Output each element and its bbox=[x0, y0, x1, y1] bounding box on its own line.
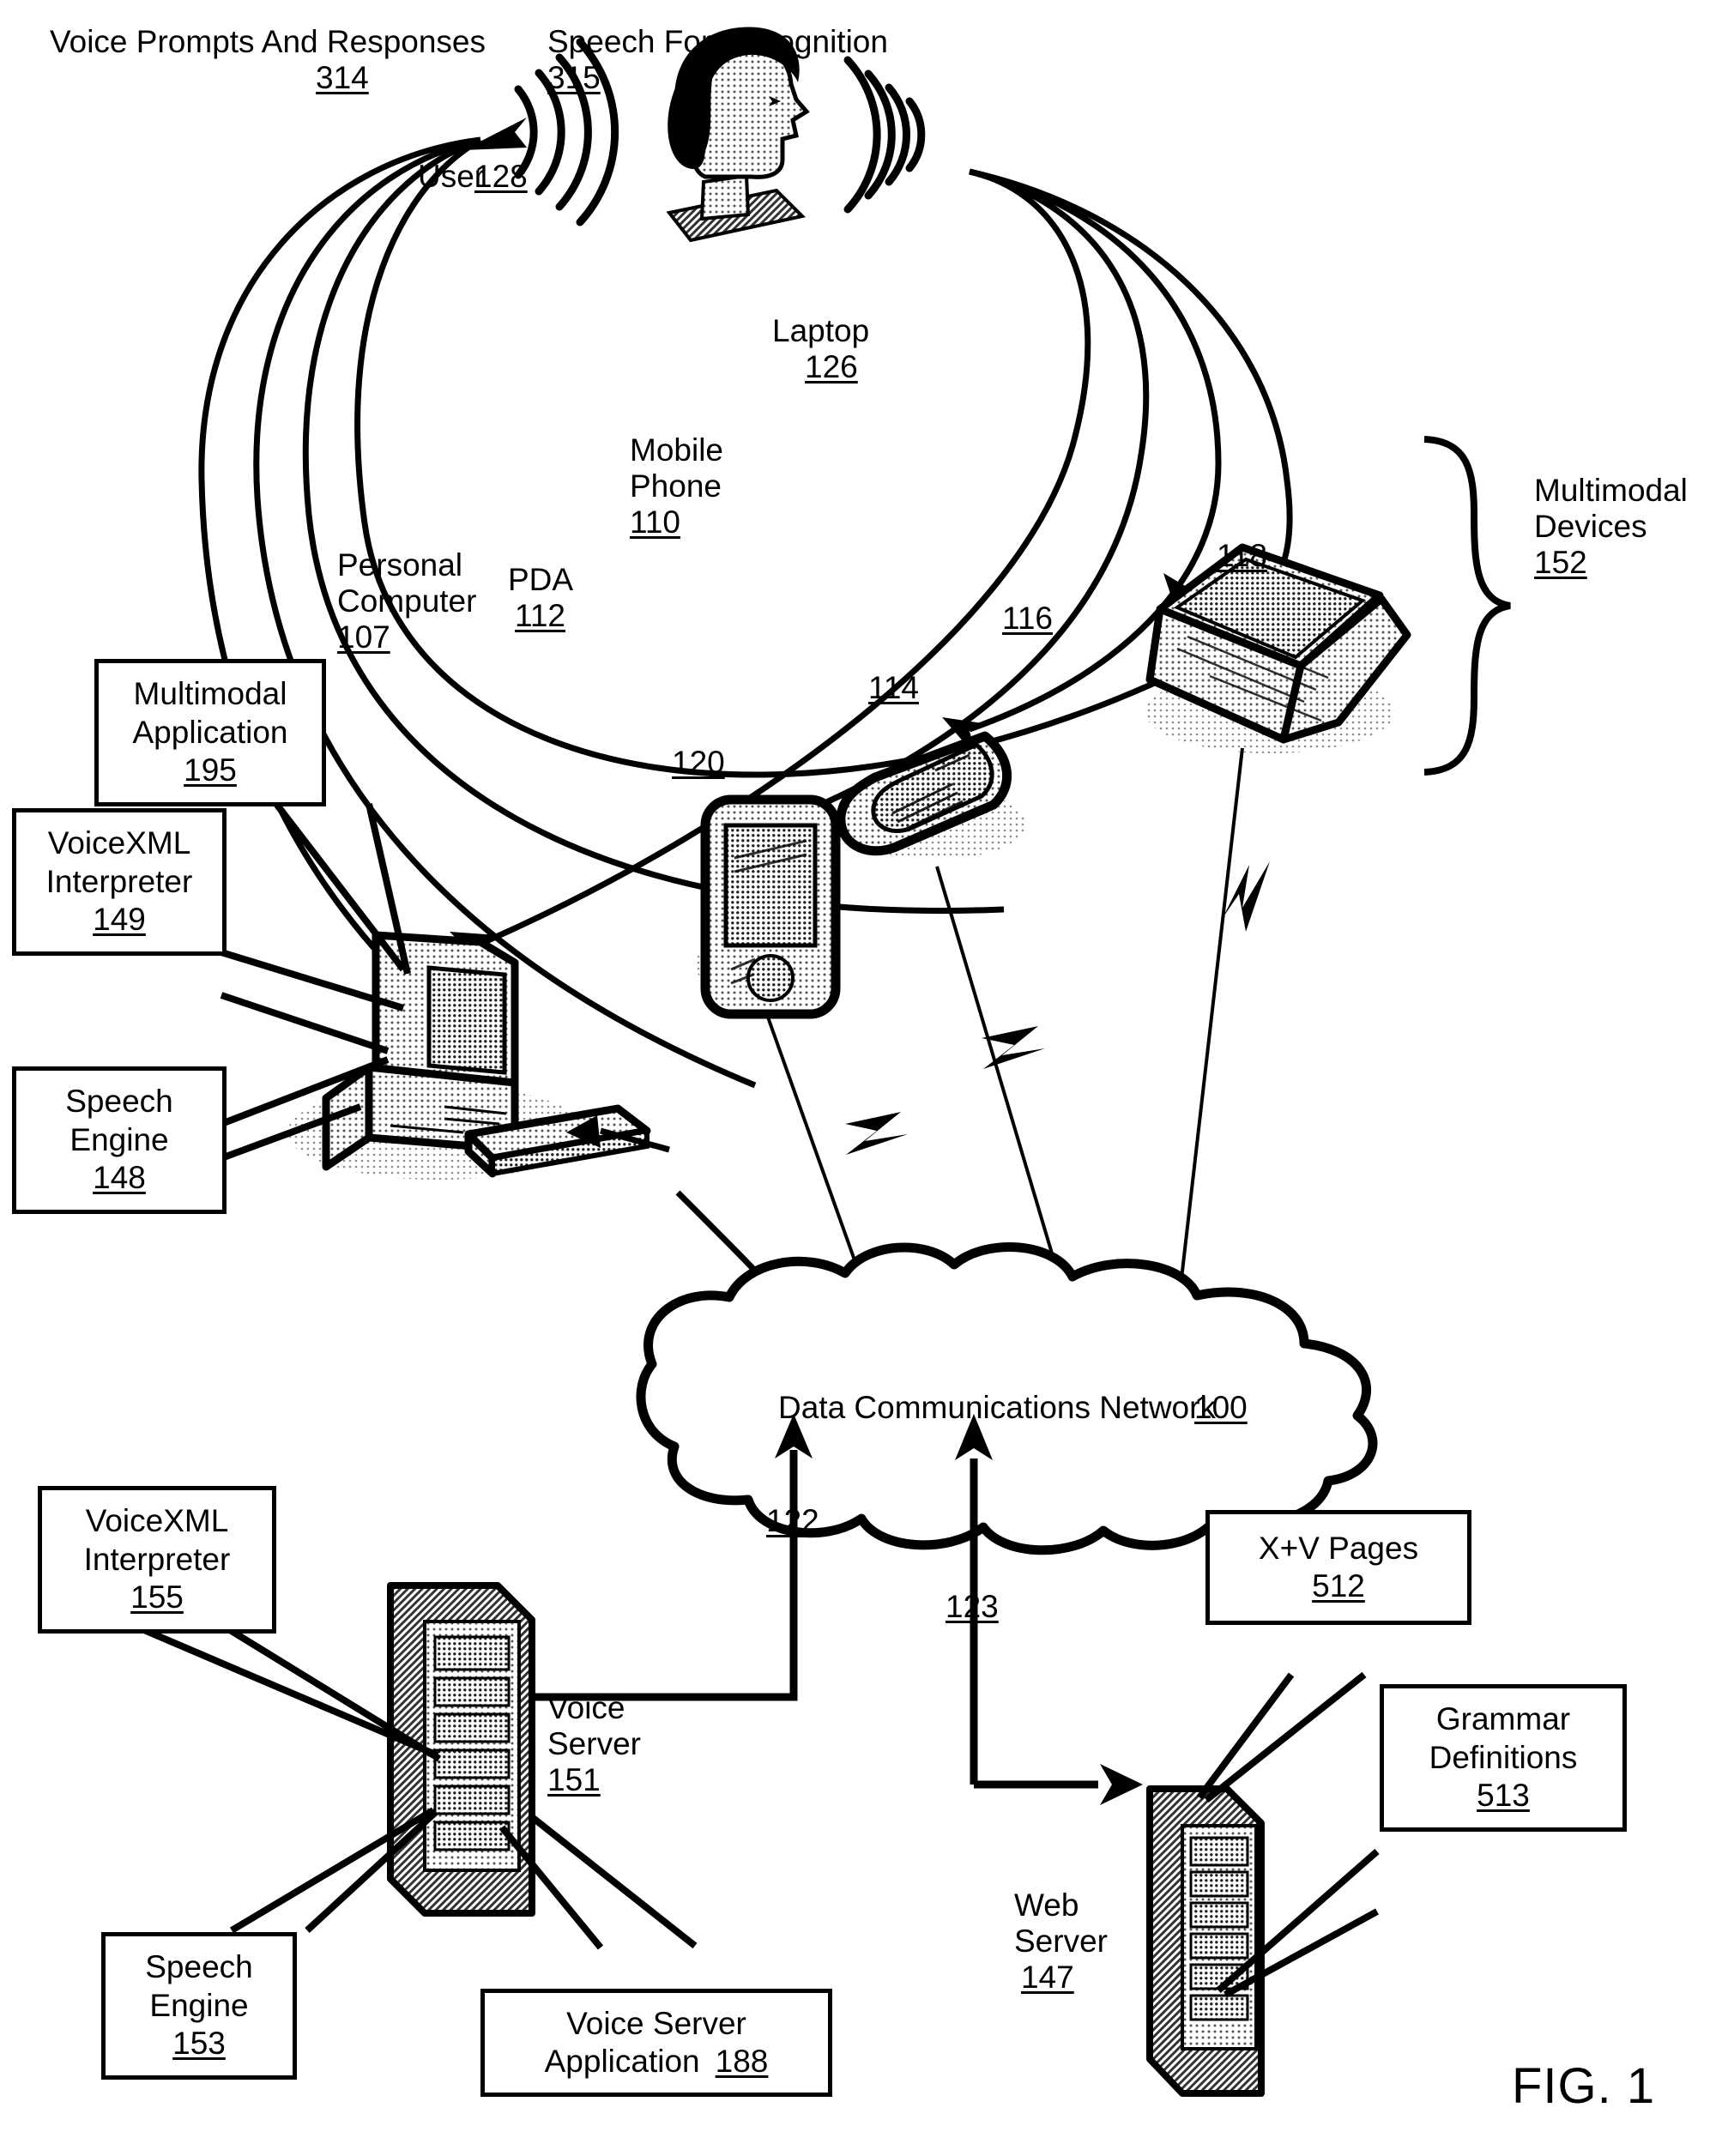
speech-recognition-label: Speech For Recognition bbox=[547, 24, 888, 59]
network-label: Data Communications Network bbox=[778, 1390, 1216, 1425]
multimodal-devices-label-2: Devices bbox=[1534, 509, 1647, 544]
callout-grammar-definitions: Grammar Definitions 513 bbox=[1380, 1684, 1627, 1832]
callout-ref: 148 bbox=[93, 1160, 146, 1196]
callout-ref: 155 bbox=[130, 1579, 184, 1615]
callout-line-1: Speech bbox=[65, 1084, 173, 1120]
web-server-ref: 147 bbox=[1021, 1960, 1074, 1995]
web-server-label-1: Web bbox=[1014, 1887, 1079, 1923]
link-120-ref: 120 bbox=[672, 745, 725, 780]
callout-line-2-row: Application 188 bbox=[545, 2043, 769, 2081]
pda-label: PDA bbox=[508, 562, 574, 597]
network-ref: 100 bbox=[1194, 1390, 1248, 1425]
callout-ref: 195 bbox=[184, 752, 237, 788]
callout-ref: 513 bbox=[1477, 1778, 1530, 1814]
callout-ref: 153 bbox=[172, 2026, 226, 2062]
mobile-phone-icon bbox=[836, 731, 1025, 860]
web-server-icon bbox=[1146, 1785, 1265, 2097]
laptop-label: Laptop bbox=[772, 313, 870, 348]
voice-server-label-2: Server bbox=[547, 1726, 641, 1761]
multimodal-devices-brace bbox=[1423, 436, 1511, 776]
pda-ref: 112 bbox=[515, 598, 565, 633]
callout-line-1: VoiceXML bbox=[47, 825, 191, 861]
mobile-phone-ref: 110 bbox=[630, 504, 680, 540]
voice-server-label-1: Voice bbox=[547, 1690, 625, 1725]
mobile-phone-label-2: Phone bbox=[630, 468, 722, 504]
callout-line-2: Application bbox=[544, 2044, 700, 2079]
callout-ref: 512 bbox=[1312, 1568, 1365, 1603]
personal-computer-label-1: Personal bbox=[337, 547, 463, 583]
callout-line-1: X+V Pages bbox=[1258, 1530, 1419, 1566]
personal-computer-label-2: Computer bbox=[337, 583, 477, 619]
figure-caption: FIG. 1 bbox=[1512, 2058, 1656, 2114]
callout-voicexml-interpreter-149: VoiceXML Interpreter 149 bbox=[12, 808, 227, 956]
link-118-ref: 118 bbox=[1217, 538, 1267, 573]
web-server-label-2: Server bbox=[1014, 1923, 1108, 1959]
callout-speech-engine-148: Speech Engine 148 bbox=[12, 1066, 227, 1214]
voice-server-icon bbox=[387, 1582, 535, 1917]
link-122-ref: 122 bbox=[766, 1503, 819, 1538]
callout-line-1: Multimodal bbox=[133, 676, 287, 712]
callout-voicexml-interpreter-155: VoiceXML Interpreter 155 bbox=[38, 1486, 276, 1634]
callout-line-2: Definitions bbox=[1429, 1739, 1578, 1775]
link-123-ref: 123 bbox=[946, 1589, 999, 1624]
link-114-ref: 114 bbox=[868, 670, 919, 705]
callout-ref: 188 bbox=[715, 2044, 769, 2079]
voice-server-ref: 151 bbox=[547, 1762, 601, 1797]
callout-line-1: Grammar bbox=[1435, 1701, 1571, 1737]
speech-recognition-waves-icon bbox=[843, 56, 926, 214]
callout-line-2: Engine bbox=[69, 1121, 169, 1157]
user-ref: 128 bbox=[474, 159, 528, 194]
speech-recognition-ref: 315 bbox=[547, 60, 601, 95]
voice-prompts-label: Voice Prompts And Responses bbox=[50, 24, 486, 59]
callout-ref: 149 bbox=[93, 902, 146, 938]
callout-xv-pages: X+V Pages 512 bbox=[1205, 1510, 1471, 1625]
callout-line-1: Voice Server bbox=[566, 2005, 746, 2041]
callout-line-1: Speech bbox=[145, 1949, 253, 1985]
multimodal-devices-label-1: Multimodal bbox=[1534, 473, 1688, 508]
callout-speech-engine-153: Speech Engine 153 bbox=[101, 1932, 297, 2080]
callout-line-2: Application bbox=[132, 714, 288, 750]
callout-line-2: Interpreter bbox=[83, 1541, 231, 1577]
voice-prompts-ref: 314 bbox=[316, 60, 369, 95]
mobile-phone-label-1: Mobile bbox=[630, 432, 723, 468]
laptop-ref: 126 bbox=[805, 349, 858, 384]
multimodal-devices-ref: 152 bbox=[1534, 545, 1587, 580]
callout-line-2: Interpreter bbox=[45, 863, 193, 899]
pda-icon bbox=[695, 794, 841, 1019]
callout-line-2: Engine bbox=[149, 1987, 249, 2023]
personal-computer-ref: 107 bbox=[337, 619, 390, 655]
callout-voice-server-application: Voice Server Application 188 bbox=[480, 1989, 832, 2097]
figure-canvas: Voice Prompts And Responses 314 Speech F… bbox=[0, 0, 1722, 2156]
callout-line-1: VoiceXML bbox=[85, 1503, 229, 1539]
link-116-ref: 116 bbox=[1002, 601, 1053, 636]
callout-multimodal-application: Multimodal Application 195 bbox=[94, 659, 326, 806]
lightning-bolt-icons bbox=[845, 861, 1270, 1155]
